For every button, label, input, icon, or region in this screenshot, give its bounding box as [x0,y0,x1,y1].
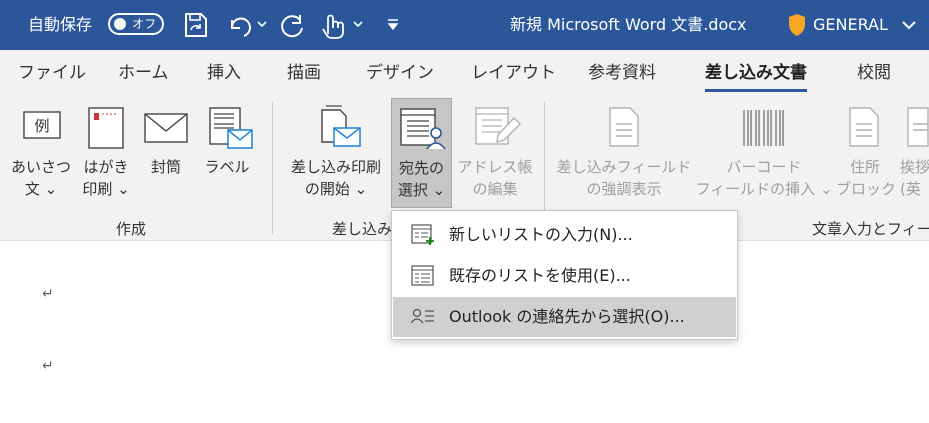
ribbon-tabs: ファイル ホーム 挿入 描画 デザイン レイアウト 参考資料 差し込み文書 校閲 [0,50,929,98]
group-label-start-merge: 差し込み [332,220,393,238]
highlight-merge-fields-label: 差し込みフィールド [556,158,692,176]
edit-list-icon [475,107,521,145]
paragraph-mark: ↵ [42,358,54,374]
postcard-label: はがき [83,158,129,176]
menu-item-label: 新しいリストの入力(N)... [449,225,633,244]
undo-icon[interactable] [224,10,268,40]
save-icon[interactable] [182,10,210,40]
tab-home[interactable]: ホーム [118,50,169,98]
highlight-merge-fields-button[interactable]: 差し込みフィールド の強調表示 [554,98,694,208]
envelope-button[interactable]: 封筒 [140,98,192,208]
greetings-sublabel: 文 ⌄ [24,180,58,198]
labels-label: ラベル [204,158,250,176]
autosave-toggle[interactable]: オフ [108,13,164,35]
tab-references[interactable]: 参考資料 [588,50,656,98]
select-recipients-sublabel: 選択 ⌄ [397,181,446,199]
start-mail-merge-sublabel: の開始 ⌄ [304,180,368,198]
envelope-label: 封筒 [150,158,181,176]
paragraph-mark: ↵ [42,286,54,302]
toggle-knob [114,18,126,30]
postcard-icon [88,107,124,149]
start-mail-merge-button[interactable]: 差し込み印刷 の開始 ⌄ [284,98,388,208]
address-block-button[interactable]: 住所 ブロック [836,98,897,208]
group-separator [272,102,273,234]
labels-icon [209,107,253,149]
select-recipients-menu: 新しいリストの入力(N)... 既存のリストを使用(E)... Outlook … [391,210,738,340]
tab-review[interactable]: 校閲 [857,50,891,98]
menu-item-outlook-contacts[interactable]: Outlook の連絡先から選択(O)... [393,297,736,337]
greetings-button[interactable]: 例 あいさつ 文 ⌄ [10,98,72,208]
address-block-label: 住所 [849,158,880,176]
existing-list-icon [411,265,434,286]
edit-address-book-button[interactable]: アドレス帳 の編集 [454,98,536,208]
chevron-down-icon[interactable] [900,10,918,40]
insert-barcode-field-sublabel: フィールドの挿入 ⌄ [695,180,833,198]
postcard-sample-char: 例 [34,117,49,135]
autosave-state: オフ [132,17,157,31]
recipients-list-icon [400,108,446,150]
menu-item-label: 既存のリストを使用(E)... [449,266,631,285]
customize-qat-icon[interactable] [384,10,402,40]
greeting-card-icon: 例 [23,111,61,139]
address-block-sublabel: ブロック [836,180,897,198]
tab-design[interactable]: デザイン [366,50,434,98]
autosave-label: 自動保存 [28,15,93,34]
greeting-line-sublabel: (英 [900,180,921,198]
menu-item-label: Outlook の連絡先から選択(O)... [449,307,685,326]
document-title: 新規 Microsoft Word 文書.docx [510,15,747,34]
menu-item-type-new-list[interactable]: 新しいリストの入力(N)... [393,215,736,255]
greetings-label: あいさつ [10,158,71,176]
redo-icon[interactable] [280,10,308,40]
envelope-icon [144,113,188,143]
address-block-icon [849,107,879,147]
postcard-sublabel: 印刷 ⌄ [82,180,130,198]
greeting-line-icon [907,107,929,147]
postcard-print-button[interactable]: はがき 印刷 ⌄ [76,98,136,208]
labels-button[interactable]: ラベル [198,98,256,208]
tab-layout[interactable]: レイアウト [471,50,556,98]
greeting-line-label: 挨拶 [900,158,929,176]
greeting-line-button[interactable]: 挨拶 (英 [898,98,929,208]
merge-field-highlight-icon [609,107,639,147]
barcode-icon [743,110,784,146]
menu-item-use-existing-list[interactable]: 既存のリストを使用(E)... [393,256,736,296]
group-label-create: 作成 [116,220,147,238]
edit-address-book-sublabel: の編集 [472,180,518,198]
highlight-merge-fields-sublabel: の強調表示 [586,180,662,198]
select-recipients-label: 宛先の [398,159,444,177]
tab-mailings[interactable]: 差し込み文書 [705,50,807,98]
edit-address-book-label: アドレス帳 [457,158,533,176]
insert-barcode-field-label: バーコード [726,158,802,176]
mail-merge-icon [321,105,361,147]
tab-draw[interactable]: 描画 [287,50,321,98]
start-mail-merge-label: 差し込み印刷 [290,158,381,176]
touch-mode-icon[interactable] [318,10,366,40]
tab-insert[interactable]: 挿入 [207,50,241,98]
insert-barcode-field-button[interactable]: バーコード フィールドの挿入 ⌄ [694,98,834,208]
tab-file[interactable]: ファイル [18,50,86,98]
contacts-icon [411,308,434,324]
group-label-write-insert-fields: 文章入力とフィー [812,220,929,238]
title-bar: 自動保存 オフ 新規 Microsoft Word 文書.docx GENERA… [0,0,929,50]
shield-icon [789,14,805,36]
select-recipients-button[interactable]: 宛先の 選択 ⌄ [391,98,452,208]
new-list-icon [411,224,434,245]
sensitivity-label[interactable]: GENERAL [813,0,888,50]
